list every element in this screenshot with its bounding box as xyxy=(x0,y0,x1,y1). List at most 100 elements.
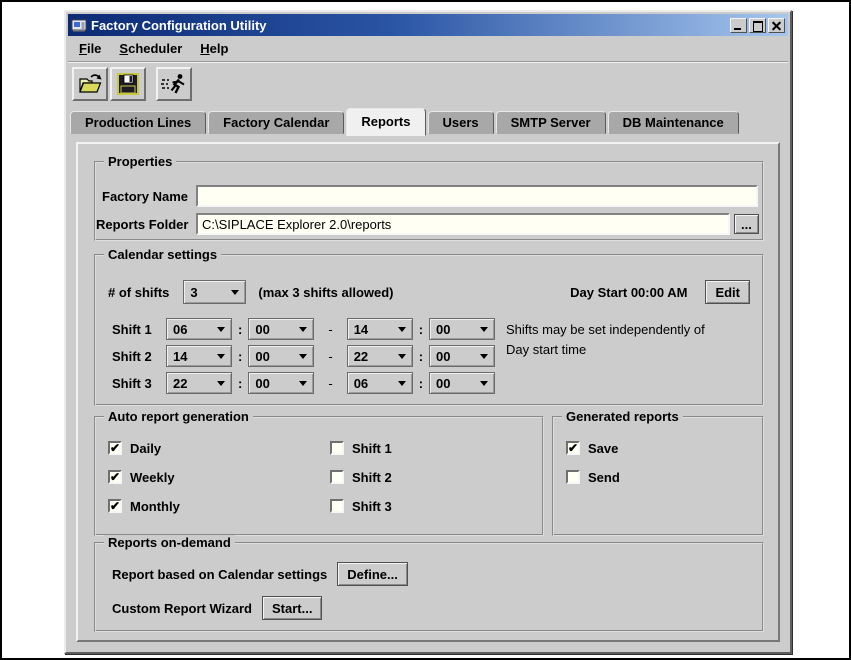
calendar-settings-group-title: Calendar settings xyxy=(104,247,221,262)
tab-production-lines[interactable]: Production Lines xyxy=(70,111,206,134)
shift3-end-min-select[interactable]: 00 xyxy=(429,372,495,394)
generated-reports-group-title: Generated reports xyxy=(562,409,683,424)
shift3-start-min-select[interactable]: 00 xyxy=(248,372,314,394)
chevron-down-icon xyxy=(299,381,307,386)
checkbox-shift1[interactable]: ✔ Shift 1 xyxy=(330,438,392,458)
chevron-down-icon xyxy=(217,327,225,332)
checkbox-daily[interactable]: ✔ Daily xyxy=(108,438,161,458)
chevron-down-icon xyxy=(480,381,488,386)
checkbox-shift2[interactable]: ✔ Shift 2 xyxy=(330,467,392,487)
send-checkbox-box[interactable]: ✔ xyxy=(566,470,580,484)
properties-group-title: Properties xyxy=(104,154,176,169)
chevron-down-icon xyxy=(299,354,307,359)
checkbox-send[interactable]: ✔ Send xyxy=(566,467,620,487)
chevron-down-icon xyxy=(480,327,488,332)
open-button[interactable] xyxy=(72,67,108,101)
menu-help[interactable]: Help xyxy=(191,37,237,60)
num-shifts-label: # of shifts xyxy=(108,285,169,300)
open-folder-icon xyxy=(77,71,103,97)
window-title: Factory Configuration Utility xyxy=(91,18,728,33)
menu-scheduler[interactable]: Scheduler xyxy=(110,37,191,60)
shift3-checkbox-box[interactable]: ✔ xyxy=(330,499,344,513)
colon-separator: : xyxy=(238,376,242,391)
tab-smtp-server[interactable]: SMTP Server xyxy=(496,111,606,134)
define-button[interactable]: Define... xyxy=(337,562,408,586)
tab-users[interactable]: Users xyxy=(428,111,494,134)
num-shifts-select[interactable]: 3 xyxy=(183,280,246,304)
daily-checkbox-box[interactable]: ✔ xyxy=(108,441,122,455)
save-checkbox-box[interactable]: ✔ xyxy=(566,441,580,455)
shift1-end-min-select[interactable]: 00 xyxy=(429,318,495,340)
colon-separator: : xyxy=(419,349,423,364)
day-start-text: Day Start 00:00 AM xyxy=(570,285,687,300)
shift1-start-min-select[interactable]: 00 xyxy=(248,318,314,340)
colon-separator: : xyxy=(419,376,423,391)
factory-name-label: Factory Name xyxy=(96,189,188,204)
day-start-edit-button[interactable]: Edit xyxy=(705,280,750,304)
shift2-start-hour-select[interactable]: 14 xyxy=(166,345,232,367)
chevron-down-icon xyxy=(299,327,307,332)
shift2-checkbox-box[interactable]: ✔ xyxy=(330,470,344,484)
save-button[interactable] xyxy=(110,67,146,101)
shift1-end-hour-select[interactable]: 14 xyxy=(347,318,413,340)
reports-folder-input[interactable] xyxy=(196,213,730,235)
maximize-button[interactable] xyxy=(749,18,766,33)
checkbox-weekly[interactable]: ✔ Weekly xyxy=(108,467,175,487)
dash-separator: - xyxy=(328,322,332,337)
screenshot-canvas: Factory Configuration Utility File Sched… xyxy=(0,0,851,660)
monthly-checkbox-box[interactable]: ✔ xyxy=(108,499,122,513)
start-button[interactable]: Start... xyxy=(262,596,322,620)
shift2-start-min-select[interactable]: 00 xyxy=(248,345,314,367)
shift3-label: Shift 3 xyxy=(112,376,160,391)
dash-separator: - xyxy=(328,376,332,391)
title-bar[interactable]: Factory Configuration Utility xyxy=(68,14,788,36)
shift2-end-min-select[interactable]: 00 xyxy=(429,345,495,367)
colon-separator: : xyxy=(238,322,242,337)
calendar-report-label: Report based on Calendar settings xyxy=(112,567,327,582)
shifts-note-line2: Day start time xyxy=(506,340,761,360)
chevron-down-icon xyxy=(398,354,406,359)
checkbox-monthly[interactable]: ✔ Monthly xyxy=(108,496,180,516)
check-icon: ✔ xyxy=(110,472,120,482)
checkbox-shift3[interactable]: ✔ Shift 3 xyxy=(330,496,392,516)
browse-folder-button[interactable]: ... xyxy=(734,214,759,234)
shift3-start-hour-select[interactable]: 22 xyxy=(166,372,232,394)
menu-bar: File Scheduler Help xyxy=(68,36,788,62)
shifts-note-line1: Shifts may be set independently of xyxy=(506,320,761,340)
run-scheduler-button[interactable] xyxy=(156,67,192,101)
calendar-settings-group: Calendar settings # of shifts 3 (max 3 s… xyxy=(94,254,764,406)
chevron-down-icon xyxy=(480,354,488,359)
shift2-end-hour-select[interactable]: 22 xyxy=(347,345,413,367)
close-button[interactable] xyxy=(768,18,785,33)
tab-factory-calendar[interactable]: Factory Calendar xyxy=(208,111,344,134)
auto-report-group-title: Auto report generation xyxy=(104,409,253,424)
menu-file[interactable]: File xyxy=(70,37,110,60)
shift1-start-hour-select[interactable]: 06 xyxy=(166,318,232,340)
chevron-down-icon xyxy=(217,381,225,386)
app-icon xyxy=(71,17,87,33)
shift2-label: Shift 2 xyxy=(112,349,160,364)
shift3-end-hour-select[interactable]: 06 xyxy=(347,372,413,394)
shift1-checkbox-box[interactable]: ✔ xyxy=(330,441,344,455)
reports-on-demand-group: Reports on-demand Report based on Calend… xyxy=(94,542,764,632)
tab-strip: Production Lines Factory Calendar Report… xyxy=(68,106,788,134)
reports-on-demand-group-title: Reports on-demand xyxy=(104,535,235,550)
factory-name-input[interactable] xyxy=(196,185,758,207)
tab-db-maintenance[interactable]: DB Maintenance xyxy=(608,111,739,134)
minimize-button[interactable] xyxy=(730,18,747,33)
generated-reports-group: Generated reports ✔ Save ✔ Send xyxy=(552,416,764,536)
check-icon: ✔ xyxy=(110,443,120,453)
colon-separator: : xyxy=(238,349,242,364)
toolbar xyxy=(68,62,788,106)
auto-report-generation-group: Auto report generation ✔ Daily ✔ Weekly … xyxy=(94,416,544,536)
running-man-icon xyxy=(161,71,187,97)
reports-folder-label: Reports Folder xyxy=(96,217,188,232)
chevron-down-icon xyxy=(217,354,225,359)
tab-reports[interactable]: Reports xyxy=(346,108,425,136)
reports-tab-panel: Properties Factory Name Reports Folder .… xyxy=(76,142,780,642)
weekly-checkbox-box[interactable]: ✔ xyxy=(108,470,122,484)
chevron-down-icon xyxy=(398,327,406,332)
max-shifts-hint: (max 3 shifts allowed) xyxy=(258,285,393,300)
checkbox-save[interactable]: ✔ Save xyxy=(566,438,618,458)
check-icon: ✔ xyxy=(110,501,120,511)
